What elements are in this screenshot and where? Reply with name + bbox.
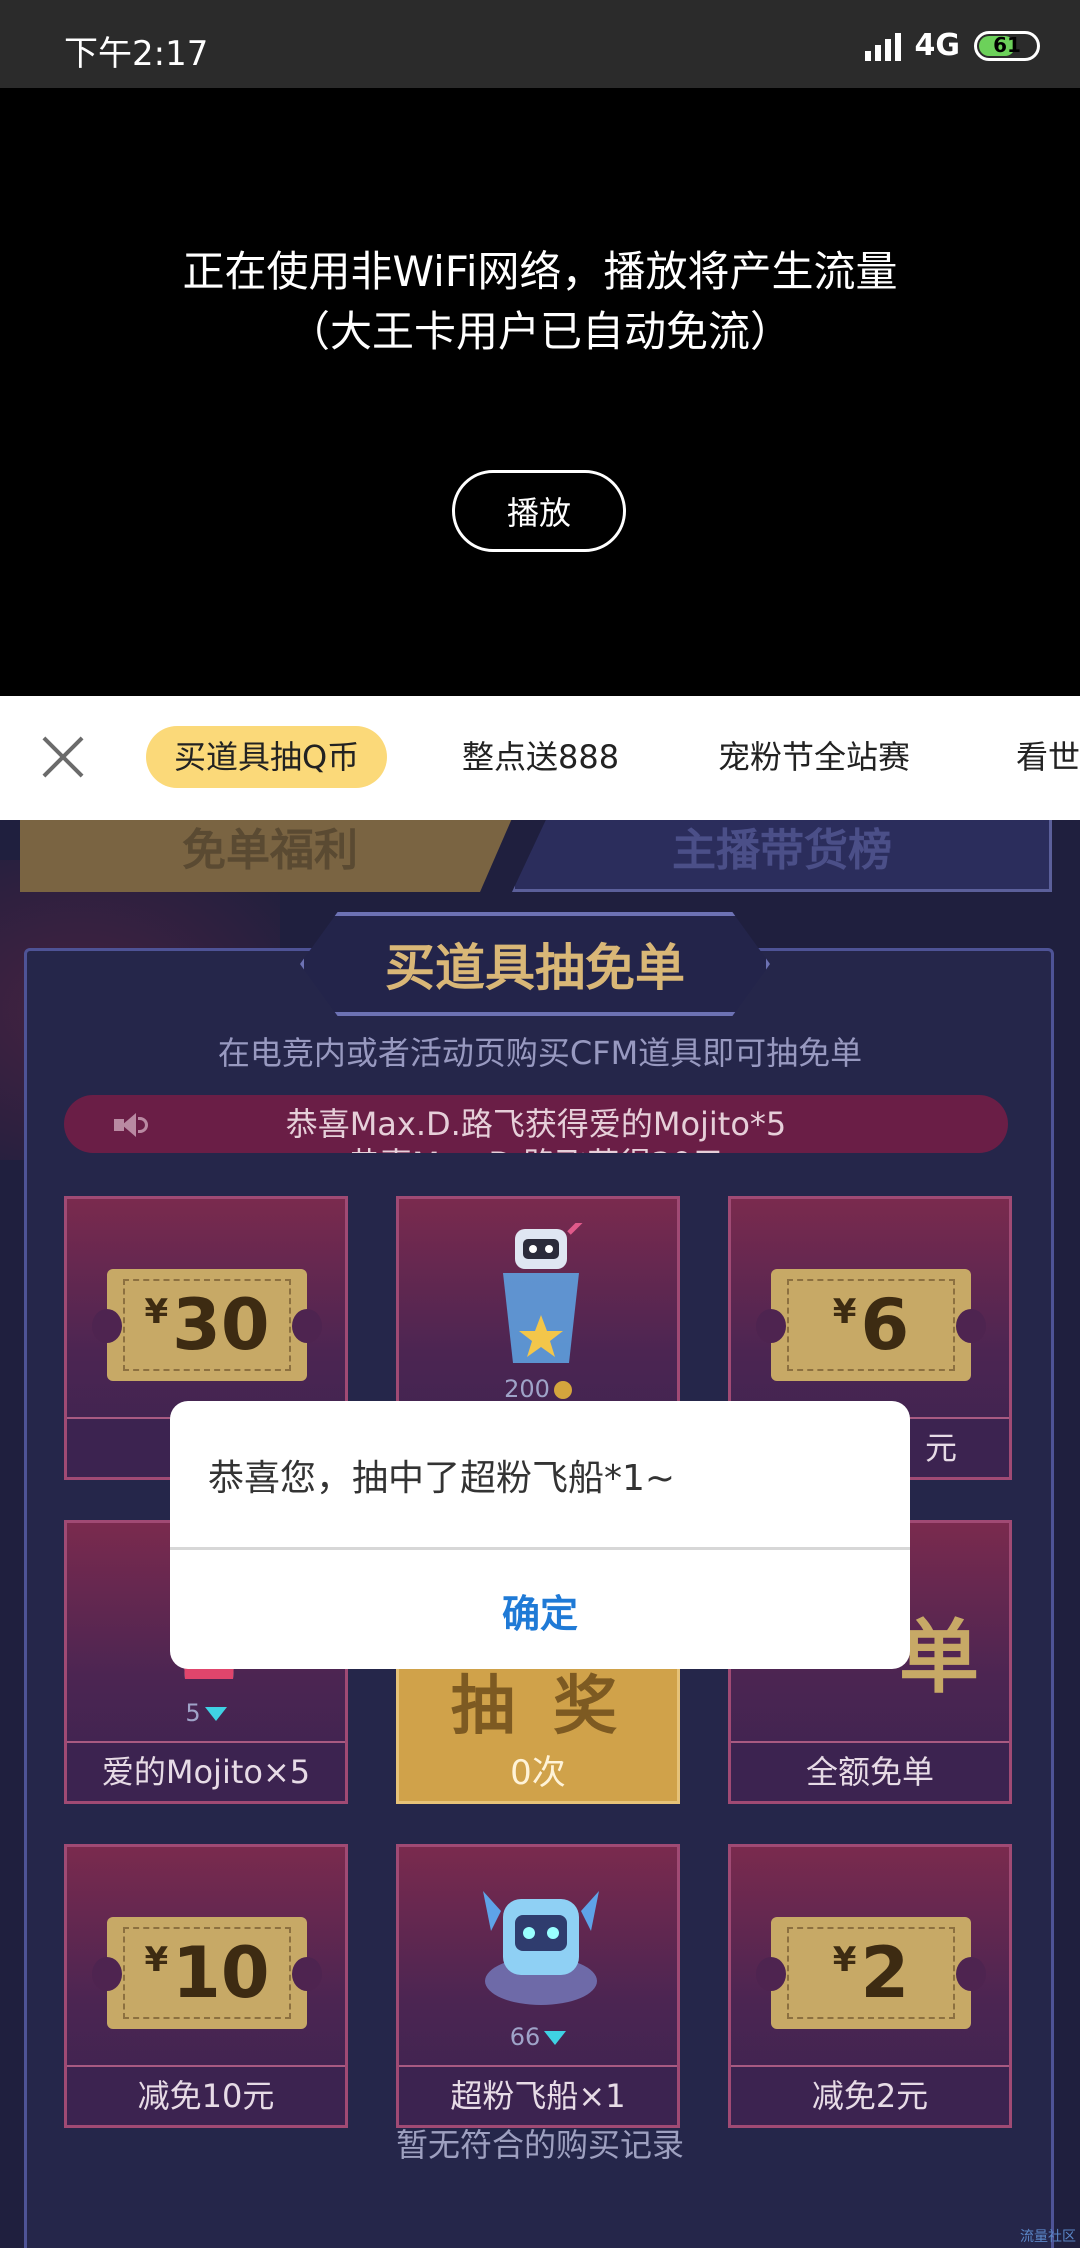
- tab-free-order-benefits[interactable]: 免单福利: [20, 820, 520, 892]
- tab-hourly-888[interactable]: 整点送888: [462, 726, 619, 788]
- prize-cost: 66: [399, 2023, 677, 2051]
- status-bar: 下午2:17 4G 61: [0, 0, 1080, 88]
- data-usage-notice: 正在使用非WiFi网络，播放将产生流量: [182, 247, 898, 296]
- tab-buy-props-draw[interactable]: 买道具抽Q币: [146, 726, 388, 788]
- prize-cell: ¥2 减免2元: [728, 1844, 1012, 2128]
- prize-cost: 5: [67, 1699, 345, 1727]
- winner-marquee: 恭喜Max.D.路飞获得爱的Mojito*5 恭喜Max.D.路飞获得30元: [64, 1095, 1008, 1153]
- section-title: 买道具抽免单: [300, 912, 770, 1016]
- diamond-icon: [544, 2031, 567, 2045]
- diamond-icon: [204, 1707, 227, 1721]
- lottery-description: 在电竞内或者活动页购买CFM道具即可抽免单: [217, 1034, 863, 1072]
- coupon-icon: ¥2: [756, 1917, 986, 2029]
- empty-purchase-record: 暂无符合的购买记录: [395, 2126, 684, 2164]
- coupon-amount: 30: [172, 1284, 270, 1366]
- coupon-icon: ¥6: [756, 1269, 986, 1381]
- prize-cost: 200: [399, 1375, 677, 1403]
- battery-icon: 61: [974, 30, 1040, 61]
- draw-count: 0次: [510, 1753, 566, 1793]
- battery-level: 61: [993, 32, 1021, 57]
- watermark: 流量社区: [1020, 2229, 1076, 2245]
- coupon-amount: 6: [860, 1284, 910, 1366]
- robot-cup-icon: [503, 1223, 583, 1363]
- coin-icon: [553, 1381, 572, 1399]
- free-data-notice: （大王卡用户已自动免流）: [287, 307, 792, 356]
- tab-streamer-ranking[interactable]: 主播带货榜: [512, 820, 1052, 892]
- coupon-amount: 10: [172, 1932, 270, 2014]
- status-icons: 4G 61: [864, 28, 1040, 63]
- prize-caption: 全额免单: [731, 1741, 1009, 1801]
- prize-caption: 超粉飞船×1: [399, 2065, 677, 2125]
- prize-caption: 减免2元: [731, 2065, 1009, 2125]
- prize-caption: 爱的Mojito×5: [67, 1741, 345, 1801]
- tab-fan-festival[interactable]: 宠粉节全站赛: [718, 726, 910, 788]
- coupon-amount: 2: [860, 1932, 910, 2014]
- status-time: 下午2:17: [64, 34, 209, 74]
- spaceship-icon: [483, 1891, 599, 2005]
- tab-watch-world[interactable]: 看世: [1016, 726, 1080, 788]
- coupon-icon: ¥30: [92, 1269, 322, 1381]
- video-player: 正在使用非WiFi网络，播放将产生流量 （大王卡用户已自动免流） 播放: [0, 88, 1080, 696]
- result-dialog: 恭喜您，抽中了超粉飞船*1~ 确定: [170, 1401, 910, 1669]
- marquee-line: 恭喜Max.D.路飞获得30元: [64, 1139, 1008, 1153]
- network-type: 4G: [914, 28, 961, 63]
- play-button[interactable]: 播放: [452, 470, 626, 552]
- prize-cell: 66 超粉飞船×1: [396, 1844, 680, 2128]
- coupon-icon: ¥10: [92, 1917, 322, 2029]
- confirm-button[interactable]: 确定: [170, 1551, 910, 1669]
- signal-icon: [864, 31, 901, 61]
- close-icon[interactable]: [40, 734, 86, 780]
- prize-caption: 减免10元: [67, 2065, 345, 2125]
- prize-cell: ¥10 减免10元: [64, 1844, 348, 2128]
- dialog-message: 恭喜您，抽中了超粉飞船*1~: [208, 1458, 676, 1499]
- activity-tab-bar: 买道具抽Q币 整点送888 宠粉节全站赛 看世: [0, 696, 1080, 820]
- dialog-divider: [170, 1547, 910, 1550]
